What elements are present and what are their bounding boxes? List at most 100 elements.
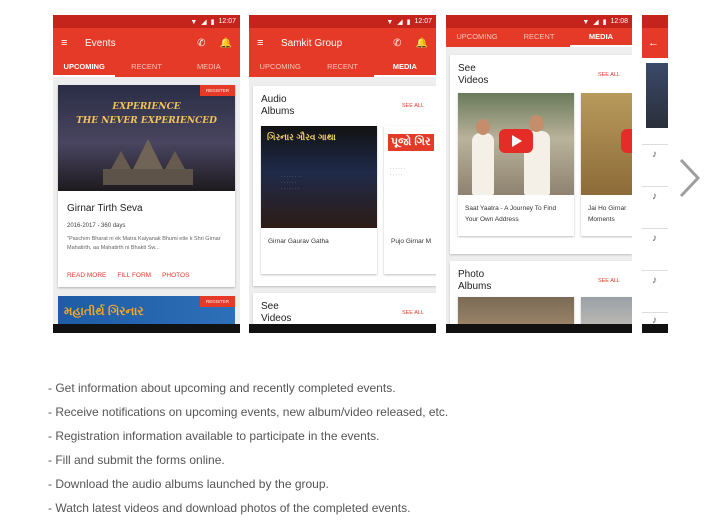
- tab-recent[interactable]: RECENT: [508, 28, 570, 47]
- section-title: See Videos: [261, 301, 292, 324]
- video-thumbnail: [581, 93, 632, 195]
- event-actions: READ MORE FILL FORM PHOTOS: [67, 272, 189, 279]
- arrow-left-icon[interactable]: ←: [648, 37, 659, 49]
- audio-albums-section: Audio Albums SEE ALL ગિરનાર ગૌરવ ગાથા · …: [253, 86, 436, 286]
- feature-item: - Get information about upcoming and rec…: [48, 381, 396, 395]
- status-bar: [642, 15, 668, 28]
- nav-bar: [446, 324, 632, 333]
- event-title: Girnar Tirth Seva: [67, 203, 143, 214]
- video-caption: Jai Ho Girnar Moments: [588, 205, 627, 223]
- section-title: Audio Albums: [261, 94, 295, 117]
- feature-item: - Receive notifications on upcoming even…: [48, 405, 449, 419]
- tab-recent[interactable]: RECENT: [311, 58, 373, 77]
- album-cover: ગિરનાર ગૌરવ ગાથા · · · · · · · · · · · · …: [261, 126, 377, 228]
- screenshot-audio-list[interactable]: ← ♪ ♪ ♪ ♪ ♪: [642, 15, 668, 333]
- event-dates: 2016-2017 - 360 days: [67, 223, 126, 229]
- tab-media[interactable]: MEDIA: [373, 58, 436, 77]
- album-cover: પૂજો ગિર · · · · · · · · · · ·: [384, 126, 436, 228]
- status-icons: ▼ ◢ ▮: [190, 18, 216, 26]
- video-caption: Saat Yaatra - A Journey To Find Your Own…: [465, 205, 557, 223]
- nav-bar: [642, 324, 668, 333]
- music-note-icon: ♪: [652, 275, 657, 286]
- tab-upcoming[interactable]: UPCOMING: [446, 28, 508, 47]
- event-card[interactable]: REGISTER EXPERIENCE THE NEVER EXPERIENCE…: [58, 85, 235, 287]
- album-cover-credits: · · · · · · · · · · ·: [390, 166, 406, 177]
- screenshot-media-audio[interactable]: ▼ ◢ ▮ 12:07 ≡ Samkit Group ✆ 🔔 UPCOMING …: [249, 15, 436, 333]
- banner-tagline-1: EXPERIENCE: [112, 102, 181, 112]
- phone-icon[interactable]: ✆: [197, 38, 205, 49]
- banner-tagline-2: THE NEVER EXPERIENCED: [76, 116, 217, 126]
- feature-item: - Watch latest videos and download photo…: [48, 501, 411, 515]
- register-badge[interactable]: REGISTER: [199, 85, 235, 96]
- status-bar: ▼ ◢ ▮ 12:07: [53, 15, 240, 28]
- tab-media[interactable]: MEDIA: [570, 28, 632, 47]
- app-title: Events: [85, 37, 116, 49]
- status-time: 12:08: [610, 18, 628, 25]
- album-cover-credits: · · · · · · · · · · · · · · · · · · · · ·: [281, 174, 302, 191]
- screenshot-events[interactable]: ▼ ◢ ▮ 12:07 ≡ Events ✆ 🔔 UPCOMING RECENT…: [53, 15, 240, 333]
- tab-upcoming[interactable]: UPCOMING: [53, 58, 116, 77]
- photos-button[interactable]: PHOTOS: [162, 272, 189, 279]
- menu-icon[interactable]: ≡: [61, 37, 73, 49]
- screenshot-gallery: ▼ ◢ ▮ 12:07 ≡ Events ✆ 🔔 UPCOMING RECENT…: [0, 0, 717, 529]
- tab-bar: UPCOMING RECENT MEDIA: [249, 58, 436, 77]
- feature-item: - Fill and submit the forms online.: [48, 453, 225, 467]
- status-icons: ▼ ◢ ▮: [386, 18, 412, 26]
- music-note-icon: ♪: [652, 191, 657, 202]
- tab-media[interactable]: MEDIA: [178, 58, 240, 77]
- register-badge[interactable]: REGISTER: [199, 296, 235, 307]
- see-all-link[interactable]: SEE ALL: [598, 278, 620, 284]
- status-bar: ▼ ◢ ▮ 12:07: [249, 15, 436, 28]
- bell-icon[interactable]: 🔔: [416, 38, 428, 49]
- event-banner-script: મહાતીર્થ ગિરનાર: [64, 304, 144, 318]
- status-bar: ▼ ◢ ▮ 12:08: [446, 15, 632, 28]
- tab-recent[interactable]: RECENT: [115, 58, 177, 77]
- event-description: "Paschim Bharat ni ek Matra Kalyanak Bhu…: [67, 236, 221, 251]
- feature-item: - Download the audio albums launched by …: [48, 477, 329, 491]
- play-icon[interactable]: [621, 129, 632, 153]
- tab-bar: UPCOMING RECENT MEDIA: [53, 58, 240, 77]
- bell-icon[interactable]: 🔔: [220, 38, 232, 49]
- see-all-link[interactable]: SEE ALL: [598, 72, 620, 78]
- video-card[interactable]: Jai Ho Girnar Moments: [581, 93, 632, 236]
- read-more-button[interactable]: READ MORE: [67, 272, 106, 279]
- app-title: Samkit Group: [281, 37, 343, 49]
- album-cover: [646, 63, 668, 128]
- nav-bar: [249, 324, 436, 333]
- music-note-icon: ♪: [652, 233, 657, 244]
- temple-illustration: [103, 139, 193, 185]
- feature-item: - Registration information available to …: [48, 429, 380, 443]
- photo-albums-section: Photo Albums SEE ALL: [450, 261, 632, 333]
- section-title: Photo Albums: [458, 269, 492, 292]
- app-bar: ←: [642, 28, 668, 58]
- tab-bar: UPCOMING RECENT MEDIA: [446, 28, 632, 47]
- feature-list: - Get information about upcoming and rec…: [48, 376, 688, 520]
- album-cover-title: પૂજો ગિર: [388, 134, 434, 151]
- see-all-link[interactable]: SEE ALL: [402, 103, 424, 109]
- screenshot-media-videos[interactable]: ▼ ◢ ▮ 12:08 UPCOMING RECENT MEDIA See Vi…: [446, 15, 632, 333]
- menu-icon[interactable]: ≡: [257, 37, 269, 49]
- section-title: See Videos: [458, 63, 489, 86]
- videos-section: See Videos SEE ALL Saat Yaatra - A Journ…: [450, 55, 632, 254]
- event-banner: REGISTER EXPERIENCE THE NEVER EXPERIENCE…: [58, 85, 235, 191]
- video-thumbnail: [458, 93, 574, 195]
- status-icons: ▼ ◢ ▮: [582, 18, 608, 26]
- phone-icon[interactable]: ✆: [393, 38, 401, 49]
- status-time: 12:07: [414, 18, 432, 25]
- album-cover-title: ગિરનાર ગૌરવ ગાથા: [267, 132, 336, 142]
- video-card[interactable]: Saat Yaatra - A Journey To Find Your Own…: [458, 93, 574, 236]
- play-icon[interactable]: [499, 129, 533, 153]
- album-caption: Pujo Girnar M: [391, 238, 432, 245]
- album-card[interactable]: પૂજો ગિર · · · · · · · · · · · Pujo Girna…: [384, 126, 436, 274]
- tab-upcoming[interactable]: UPCOMING: [249, 58, 311, 77]
- album-card[interactable]: ગિરનાર ગૌરવ ગાથા · · · · · · · · · · · · …: [261, 126, 377, 274]
- nav-bar: [53, 324, 240, 333]
- music-note-icon: ♪: [652, 149, 657, 160]
- see-all-link[interactable]: SEE ALL: [402, 310, 424, 316]
- chevron-right-icon[interactable]: [677, 157, 701, 199]
- album-caption: Girnar Gaurav Gatha: [268, 238, 329, 245]
- app-bar: ≡ Events ✆ 🔔: [53, 28, 240, 58]
- app-bar: ≡ Samkit Group ✆ 🔔: [249, 28, 436, 58]
- fill-form-button[interactable]: FILL FORM: [117, 272, 151, 279]
- status-time: 12:07: [218, 18, 236, 25]
